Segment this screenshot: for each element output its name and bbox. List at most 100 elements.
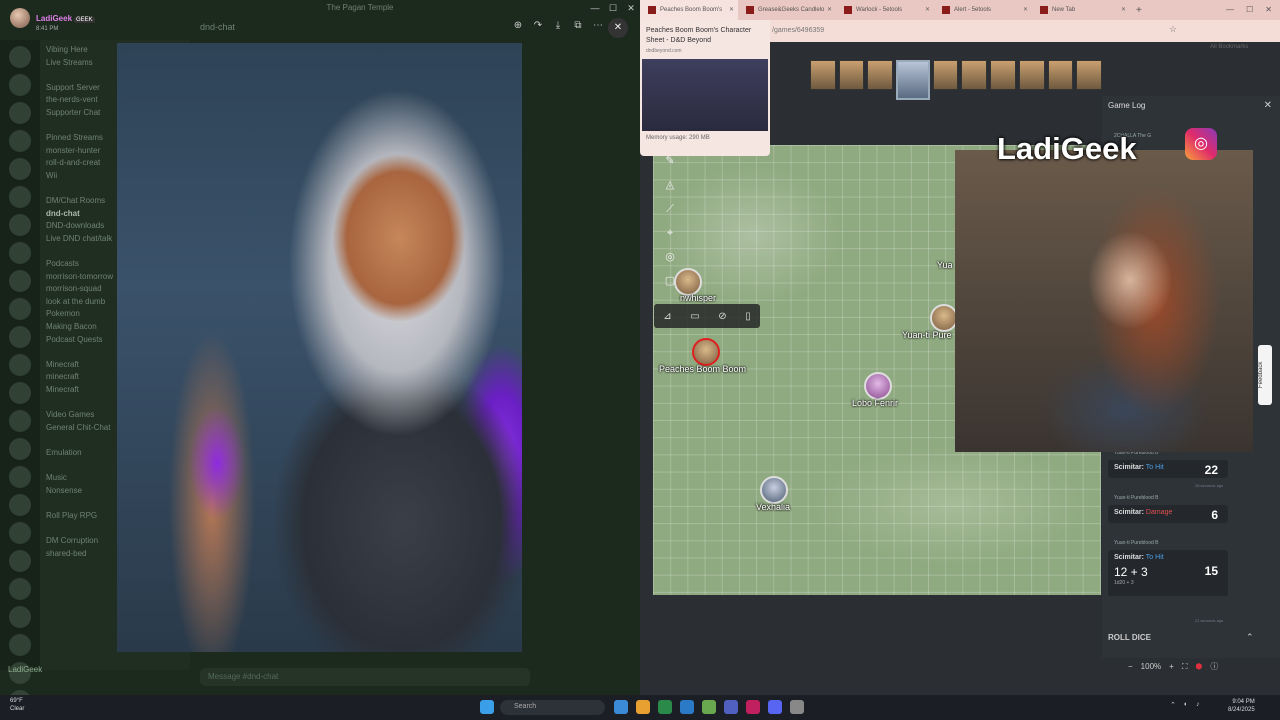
close-icon[interactable]: ✕ <box>1265 0 1272 20</box>
close-viewer-button[interactable]: ✕ <box>608 18 628 38</box>
browser-tab[interactable]: Warlock - 5etools ✕ <box>836 0 934 20</box>
browser-tab[interactable]: Peaches Boom Boom's ✕ <box>640 0 738 20</box>
shapes-icon[interactable]: ◬ <box>658 176 682 194</box>
ruler-icon[interactable]: ⟋ <box>658 200 682 218</box>
server-icon[interactable] <box>9 158 31 180</box>
server-icon[interactable] <box>9 242 31 264</box>
feedback-tab[interactable]: Feedback <box>1258 345 1272 405</box>
browser-tab[interactable]: New Tab ✕ <box>1032 0 1130 20</box>
download-icon[interactable]: ⤓ <box>550 18 566 34</box>
tab-close-icon[interactable]: ✕ <box>925 0 930 20</box>
initiative-portrait[interactable] <box>810 60 836 90</box>
app-icon[interactable] <box>724 700 738 714</box>
taskbar-search[interactable]: Search <box>500 700 605 715</box>
app-icon[interactable] <box>614 700 628 714</box>
tab-close-icon[interactable]: ✕ <box>1121 0 1126 20</box>
server-icon[interactable] <box>9 522 31 544</box>
discord-icon[interactable] <box>768 700 782 714</box>
server-icon[interactable] <box>9 74 31 96</box>
dice-icon[interactable]: ⬢ <box>1195 662 1202 671</box>
maximize-icon[interactable]: ☐ <box>604 0 622 16</box>
app-icon[interactable] <box>702 700 716 714</box>
server-icon[interactable] <box>9 186 31 208</box>
discord-user-header[interactable]: LadiGeek GEEK 8:41 PM <box>0 0 120 38</box>
server-icon[interactable] <box>9 298 31 320</box>
hide-icon[interactable]: ⊘ <box>718 311 726 322</box>
new-tab-icon[interactable]: + <box>1130 5 1148 16</box>
initiative-portrait[interactable] <box>867 60 894 90</box>
bookmark-star-icon[interactable]: ☆ <box>1169 24 1177 35</box>
zoom-in-icon[interactable]: + <box>1169 662 1174 671</box>
server-icon[interactable] <box>9 214 31 236</box>
more-icon[interactable]: ⋯ <box>590 18 606 34</box>
server-icon[interactable] <box>9 550 31 572</box>
close-icon[interactable]: ✕ <box>622 0 640 16</box>
server-icon[interactable] <box>9 270 31 292</box>
info-icon[interactable]: ⓘ <box>1210 661 1218 672</box>
weather-widget[interactable]: 69°F Clear <box>10 697 24 713</box>
server-icon[interactable] <box>9 578 31 600</box>
trash-icon[interactable]: ▯ <box>745 311 751 322</box>
message-input[interactable]: Message #dnd-chat <box>200 668 530 686</box>
app-icon[interactable] <box>746 700 760 714</box>
initiative-portrait[interactable] <box>1047 60 1074 90</box>
zoom-out-icon[interactable]: − <box>1128 662 1133 671</box>
server-icon[interactable] <box>9 494 31 516</box>
open-external-icon[interactable]: ⧉ <box>570 18 586 34</box>
initiative-portrait[interactable] <box>1018 60 1045 90</box>
server-icon[interactable] <box>9 438 31 460</box>
initiative-portrait[interactable] <box>1076 60 1102 90</box>
fullscreen-icon[interactable]: ⛶ <box>1182 662 1188 672</box>
app-icon[interactable] <box>790 700 804 714</box>
server-icon[interactable] <box>9 326 31 348</box>
close-icon[interactable]: ✕ <box>1264 100 1272 111</box>
server-icon[interactable] <box>9 130 31 152</box>
zoom-icon[interactable]: ⊕ <box>510 18 526 34</box>
clock[interactable]: 9:04 PM 8/24/2025 <box>1228 698 1255 714</box>
server-icon[interactable] <box>9 354 31 376</box>
roll-entry[interactable]: Scimitar: To Hit 22 <box>1108 460 1228 478</box>
volume-icon[interactable]: ♪ <box>1196 701 1200 709</box>
network-icon[interactable]: ◐ <box>1184 701 1188 709</box>
initiative-portrait[interactable] <box>932 60 959 90</box>
user-icon[interactable]: ◎ <box>658 248 682 266</box>
server-icon[interactable] <box>9 634 31 656</box>
map-token[interactable] <box>930 304 958 332</box>
tab-close-icon[interactable]: ✕ <box>1023 0 1028 20</box>
browser-tab[interactable]: Alert - 5etools ✕ <box>934 0 1032 20</box>
server-icon[interactable] <box>9 410 31 432</box>
server-icon[interactable] <box>9 46 31 68</box>
app-icon[interactable] <box>680 700 694 714</box>
share-icon[interactable]: ↷ <box>530 18 546 34</box>
map-token[interactable] <box>864 372 892 400</box>
tab-close-icon[interactable]: ✕ <box>729 0 734 20</box>
id-card-icon[interactable]: ▭ <box>690 311 699 322</box>
all-bookmarks[interactable]: All Bookmarks <box>1210 44 1248 50</box>
tab-close-icon[interactable]: ✕ <box>827 0 832 20</box>
roll-dice-label[interactable]: ROLL DICE <box>1108 633 1151 642</box>
roll-entry[interactable]: Scimitar: To Hit 12 + 3 1d20 + 3 15 <box>1108 550 1228 596</box>
browser-tab[interactable]: Grease&Geeks Candlelo ✕ <box>738 0 836 20</box>
chevron-up-icon[interactable]: ⌃ <box>1170 701 1176 709</box>
target-icon[interactable]: ⌖ <box>658 224 682 242</box>
minimize-icon[interactable]: — <box>586 0 604 16</box>
user-avatar[interactable] <box>10 8 30 28</box>
server-icon[interactable] <box>9 466 31 488</box>
server-icon[interactable] <box>9 102 31 124</box>
roll-entry[interactable]: Scimitar: Damage 6 <box>1108 505 1228 523</box>
map-token[interactable] <box>674 268 702 296</box>
initiative-portrait[interactable] <box>961 60 988 90</box>
map-token[interactable] <box>760 476 788 504</box>
server-icon[interactable] <box>9 606 31 628</box>
start-icon[interactable] <box>480 700 494 714</box>
chevron-up-icon[interactable]: ⌃ <box>1246 632 1254 643</box>
minimize-icon[interactable]: — <box>1226 0 1234 20</box>
app-icon[interactable] <box>658 700 672 714</box>
initiative-portrait[interactable] <box>990 60 1016 90</box>
app-icon[interactable] <box>636 700 650 714</box>
unlock-icon[interactable]: ⊿ <box>663 311 671 322</box>
initiative-portrait[interactable] <box>896 60 930 100</box>
maximize-icon[interactable]: ☐ <box>1246 0 1253 20</box>
server-icon[interactable] <box>9 382 31 404</box>
initiative-portrait[interactable] <box>838 60 865 90</box>
